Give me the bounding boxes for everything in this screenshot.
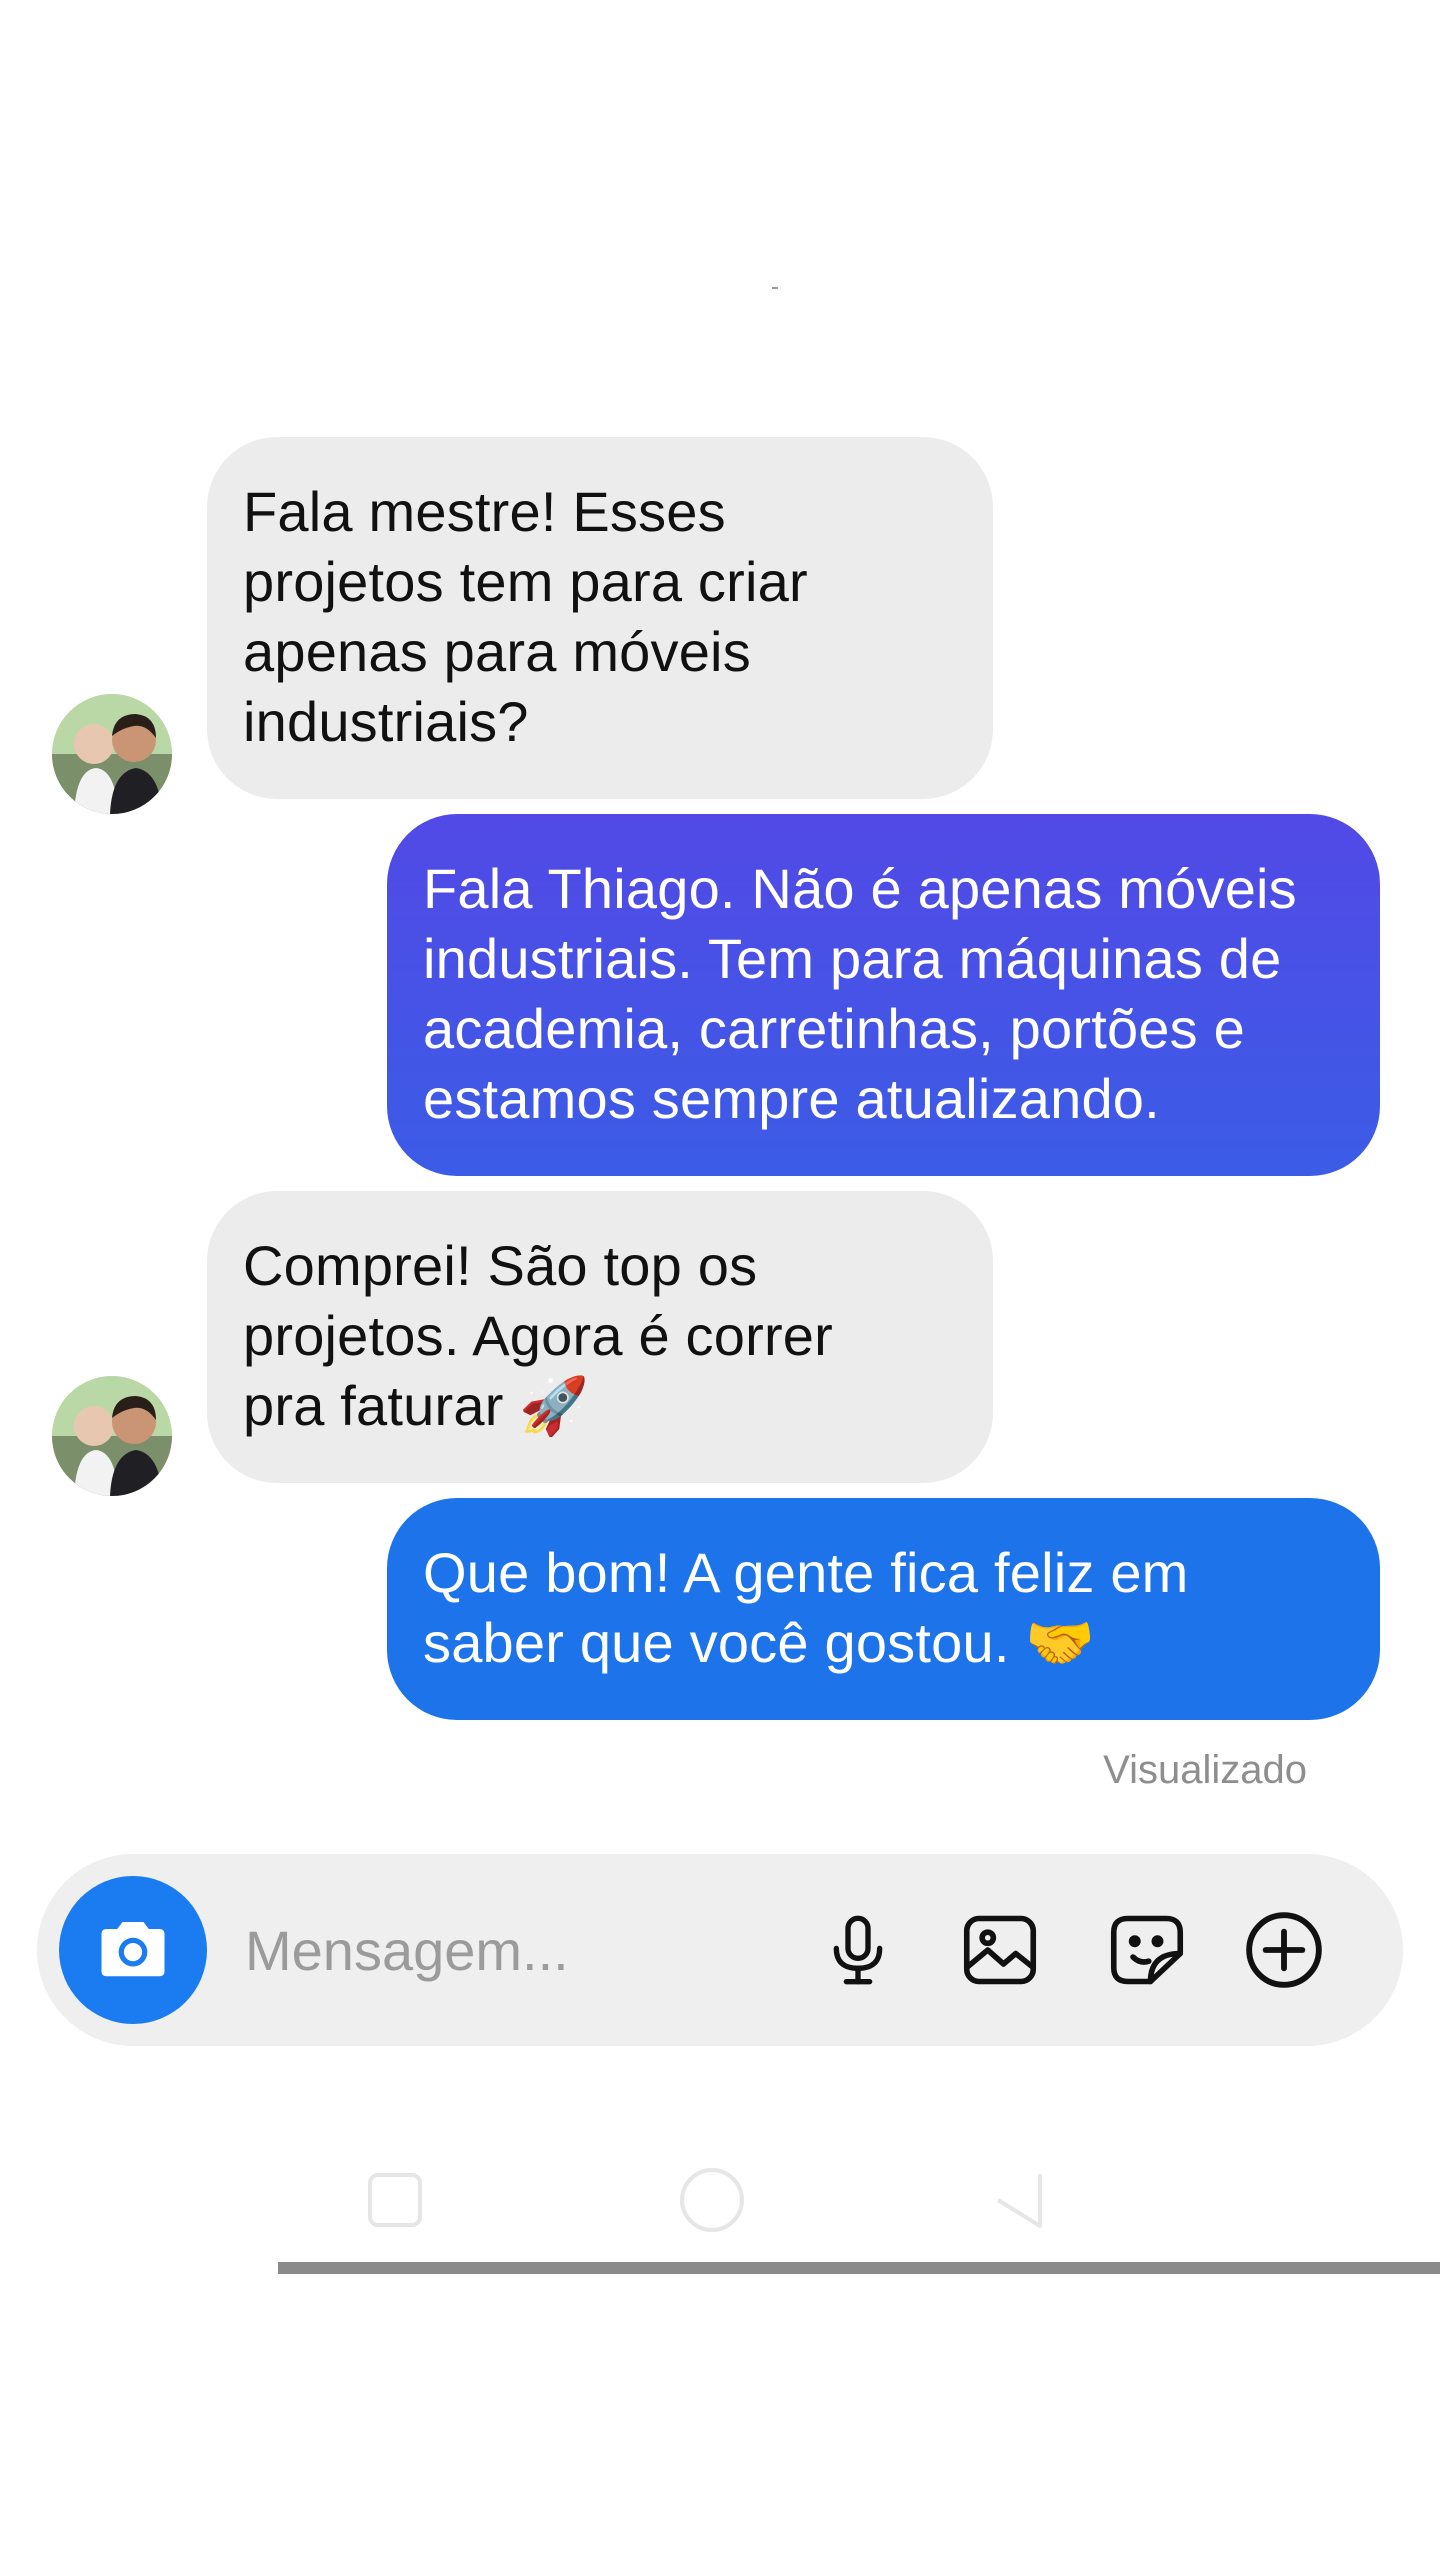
message-outgoing-1[interactable]: Fala Thiago. Não é apenas móveis industr… [387, 814, 1380, 1176]
avatar-thiago[interactable] [52, 694, 172, 814]
message-text-line: pra faturar [243, 1374, 504, 1437]
message-text-line: projetos. Agora é correr [243, 1304, 833, 1367]
home-nav-icon [680, 2168, 744, 2232]
back-nav-icon [996, 2174, 1042, 2228]
top-divider-mark [772, 287, 778, 289]
message-text-line: Fala Thiago. Não é apenas móveis [423, 857, 1297, 920]
message-text-line: Que bom! A gente fica feliz em [423, 1541, 1189, 1604]
more-button[interactable] [1231, 1897, 1337, 2003]
avatar-thiago[interactable] [52, 1376, 172, 1496]
sticker-icon [1110, 1915, 1184, 1985]
microphone-icon [833, 1915, 883, 1985]
microphone-button[interactable] [805, 1897, 911, 2003]
message-text-line: Fala mestre! Esses [243, 480, 726, 543]
message-text-line: projetos tem para criar [243, 550, 808, 613]
camera-button[interactable] [59, 1876, 207, 2024]
gesture-bar[interactable] [278, 2262, 1440, 2274]
message-incoming-1[interactable]: Fala mestre! Esses projetos tem para cri… [207, 437, 993, 799]
sticker-button[interactable] [1094, 1897, 1200, 2003]
message-text-line: industriais. Tem para máquinas de [423, 927, 1282, 990]
message-text-line: apenas para móveis [243, 620, 751, 683]
message-text-line: saber que você gostou. [423, 1611, 1010, 1674]
seen-status: Visualizado [1103, 1748, 1307, 1792]
gallery-icon [963, 1915, 1037, 1985]
gallery-button[interactable] [947, 1897, 1053, 2003]
plus-icon [1246, 1912, 1322, 1988]
message-composer [37, 1854, 1403, 2046]
message-input[interactable] [243, 1904, 807, 1996]
message-incoming-2[interactable]: Comprei! São top os projetos. Agora é co… [207, 1191, 993, 1483]
rocket-icon: 🚀 [519, 1374, 590, 1439]
message-text-line: estamos sempre atualizando. [423, 1067, 1160, 1130]
message-outgoing-2[interactable]: Que bom! A gente fica feliz em saber que… [387, 1498, 1380, 1720]
handshake-icon: 🤝 [1025, 1611, 1096, 1676]
camera-icon [101, 1922, 165, 1977]
message-text-line: industriais? [243, 690, 529, 753]
recents-nav-icon [368, 2173, 422, 2227]
message-text-line: Comprei! São top os [243, 1234, 758, 1297]
system-navigation-bar [0, 2140, 1440, 2260]
message-text-line: academia, carretinhas, portões e [423, 997, 1245, 1060]
